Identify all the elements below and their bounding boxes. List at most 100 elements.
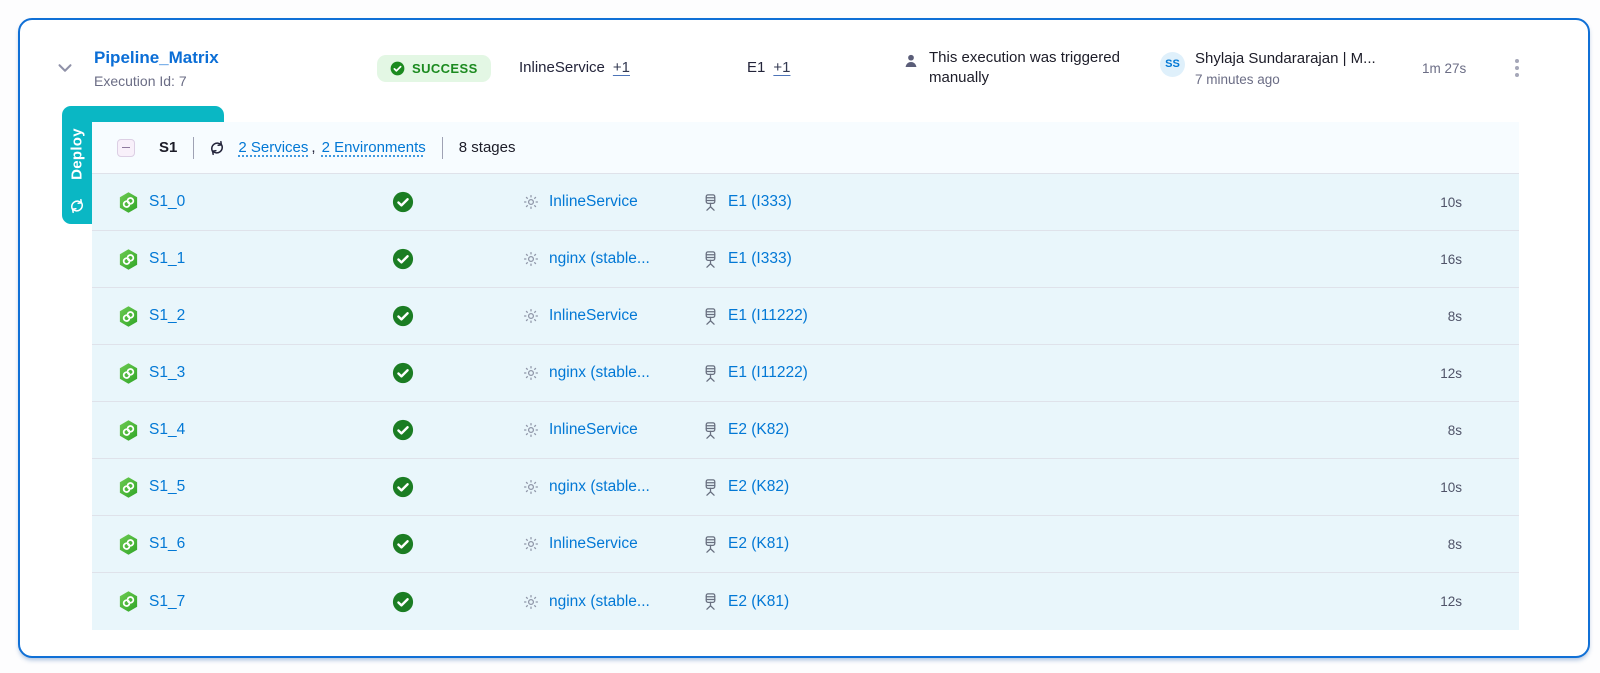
- matrix-stage-row: S1_1 nginx (stable... E1 (I333) 16s: [92, 231, 1519, 288]
- cd-stage-icon: [117, 476, 140, 499]
- environment-link[interactable]: E2 (K81): [728, 593, 789, 611]
- environment-link[interactable]: E1 (I11222): [728, 364, 808, 382]
- environment-link[interactable]: E1 (I11222): [728, 307, 808, 325]
- matrix-stage-row: S1_4 InlineService E2 (K82) 8s: [92, 402, 1519, 459]
- trigger-description: This execution was triggered manually: [929, 48, 1149, 89]
- environment-link[interactable]: E1 (I333): [728, 250, 792, 268]
- stage-duration: 8s: [1399, 537, 1519, 552]
- stage-name-link[interactable]: S1_7: [149, 593, 185, 611]
- service-link[interactable]: InlineService: [549, 421, 638, 439]
- gear-icon: [522, 535, 540, 553]
- environments-more-link[interactable]: +1: [773, 59, 790, 76]
- cd-stage-icon: [117, 362, 140, 385]
- stage-name-link[interactable]: S1_1: [149, 250, 185, 268]
- stage-duration: 10s: [1399, 195, 1519, 210]
- environments-count-link[interactable]: 2 Environments: [322, 139, 426, 156]
- stage-duration: 10s: [1399, 480, 1519, 495]
- success-check-icon: [392, 591, 414, 613]
- matrix-panel: S1 2 Services , 2 Environments 8 stages …: [92, 122, 1519, 630]
- gear-icon: [522, 364, 540, 382]
- execution-id-label: Execution Id: 7: [94, 73, 377, 89]
- services-more-link[interactable]: +1: [613, 59, 630, 76]
- divider: [193, 137, 194, 159]
- success-check-icon: [392, 305, 414, 327]
- cd-stage-icon: [117, 191, 140, 214]
- collapse-icon[interactable]: [117, 139, 135, 157]
- matrix-stage-row: S1_7 nginx (stable... E2 (K81) 12s: [92, 573, 1519, 630]
- success-check-icon: [392, 476, 414, 498]
- service-link[interactable]: nginx (stable...: [549, 250, 650, 268]
- time-ago: 7 minutes ago: [1195, 72, 1376, 87]
- service-summary-label: InlineService: [519, 59, 605, 76]
- loop-strategy-icon: [68, 197, 86, 215]
- avatar: SS: [1160, 52, 1185, 77]
- execution-header: Pipeline_Matrix Execution Id: 7 SUCCESS …: [20, 20, 1588, 116]
- environment-icon: [702, 592, 719, 611]
- stage-duration: 16s: [1399, 252, 1519, 267]
- environment-link[interactable]: E2 (K82): [728, 421, 789, 439]
- service-link[interactable]: nginx (stable...: [549, 364, 650, 382]
- gear-icon: [522, 250, 540, 268]
- stage-name-link[interactable]: S1_5: [149, 478, 185, 496]
- cd-stage-icon: [117, 533, 140, 556]
- environment-icon: [702, 193, 719, 212]
- service-link[interactable]: nginx (stable...: [549, 478, 650, 496]
- gear-icon: [522, 421, 540, 439]
- separator-text: ,: [311, 139, 315, 156]
- cd-stage-icon: [117, 305, 140, 328]
- cd-stage-icon: [117, 590, 140, 613]
- kebab-menu-icon[interactable]: [1504, 55, 1530, 81]
- gear-icon: [522, 593, 540, 611]
- stage-name-link[interactable]: S1_2: [149, 307, 185, 325]
- stage-tab-label: Deploy: [69, 128, 86, 180]
- stage-name-link[interactable]: S1_4: [149, 421, 185, 439]
- gear-icon: [522, 307, 540, 325]
- success-check-icon: [392, 191, 414, 213]
- service-link[interactable]: InlineService: [549, 307, 638, 325]
- gear-icon: [522, 193, 540, 211]
- divider: [442, 137, 443, 159]
- success-check-icon: [392, 533, 414, 555]
- matrix-stage-name: S1: [159, 139, 177, 156]
- loop-strategy-icon: [208, 139, 226, 157]
- service-link[interactable]: InlineService: [549, 193, 638, 211]
- matrix-stage-row: S1_3 nginx (stable... E1 (I11222) 12s: [92, 345, 1519, 402]
- stage-duration: 8s: [1399, 309, 1519, 324]
- service-link[interactable]: nginx (stable...: [549, 593, 650, 611]
- pipeline-name-link[interactable]: Pipeline_Matrix: [94, 47, 377, 70]
- execution-card: Pipeline_Matrix Execution Id: 7 SUCCESS …: [18, 18, 1590, 658]
- matrix-stage-row: S1_0 InlineService E1 (I333) 10s: [92, 174, 1519, 231]
- environment-link[interactable]: E1 (I333): [728, 193, 792, 211]
- environment-icon: [702, 307, 719, 326]
- service-link[interactable]: InlineService: [549, 535, 638, 553]
- cd-stage-icon: [117, 248, 140, 271]
- cd-stage-icon: [117, 419, 140, 442]
- success-check-icon: [392, 362, 414, 384]
- gear-icon: [522, 478, 540, 496]
- matrix-stage-row: S1_6 InlineService E2 (K81) 8s: [92, 516, 1519, 573]
- stage-count-label: 8 stages: [459, 139, 516, 156]
- environment-summary-label: E1: [747, 59, 765, 76]
- user-name: Shylaja Sundararajan | M...: [1195, 50, 1376, 67]
- environment-link[interactable]: E2 (K82): [728, 478, 789, 496]
- stage-duration: 12s: [1399, 366, 1519, 381]
- stage-name-link[interactable]: S1_6: [149, 535, 185, 553]
- stage-name-link[interactable]: S1_3: [149, 364, 185, 382]
- services-count-link[interactable]: 2 Services: [238, 139, 308, 156]
- environment-icon: [702, 421, 719, 440]
- chevron-down-icon[interactable]: [54, 57, 76, 79]
- matrix-stage-row: S1_5 nginx (stable... E2 (K82) 10s: [92, 459, 1519, 516]
- success-check-icon: [390, 61, 405, 76]
- matrix-rows: S1_0 InlineService E1 (I333) 10s: [92, 174, 1519, 630]
- stage-duration: 12s: [1399, 594, 1519, 609]
- matrix-stage-row: S1_2 InlineService E1 (I11222) 8s: [92, 288, 1519, 345]
- environment-icon: [702, 478, 719, 497]
- environment-icon: [702, 535, 719, 554]
- environment-icon: [702, 250, 719, 269]
- success-check-icon: [392, 419, 414, 441]
- status-label: SUCCESS: [412, 61, 478, 76]
- environment-link[interactable]: E2 (K81): [728, 535, 789, 553]
- stage-duration: 8s: [1399, 423, 1519, 438]
- stage-name-link[interactable]: S1_0: [149, 193, 185, 211]
- execution-duration: 1m 27s: [1422, 61, 1502, 76]
